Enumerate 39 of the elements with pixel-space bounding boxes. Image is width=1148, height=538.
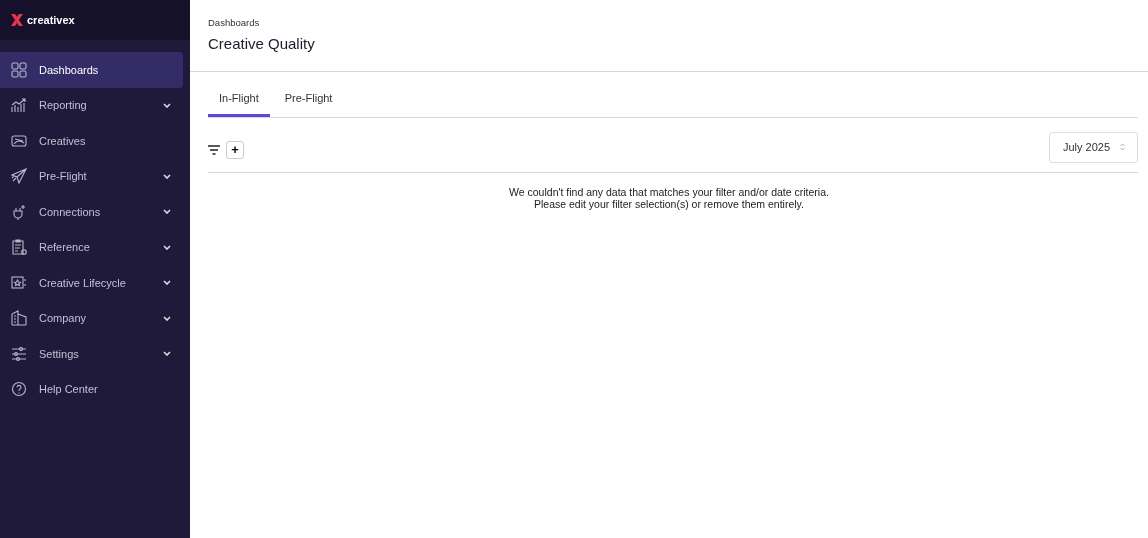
chevron-down-icon[interactable] xyxy=(163,209,171,215)
sidebar-item[interactable]: Creative Lifecycle xyxy=(0,265,183,301)
sidebar-item[interactable]: Company xyxy=(0,300,183,336)
sort-arrows-icon xyxy=(1120,143,1125,151)
building-icon xyxy=(11,310,27,327)
dashboard-icon xyxy=(11,61,27,78)
sidebar-item[interactable]: Dashboards xyxy=(0,52,183,88)
star-frame-icon xyxy=(11,274,27,291)
logo-text: creativex xyxy=(27,12,75,28)
chevron-down-icon[interactable] xyxy=(163,173,171,179)
logo-icon xyxy=(10,13,24,27)
sidebar-item[interactable]: Pre-Flight xyxy=(0,158,183,194)
tab[interactable]: In-Flight xyxy=(208,84,270,117)
chevron-down-icon[interactable] xyxy=(163,280,171,286)
tab[interactable]: Pre-Flight xyxy=(273,84,344,117)
sidebar-item[interactable]: Settings xyxy=(0,336,183,372)
page-title: Creative Quality xyxy=(208,34,316,55)
chart-icon xyxy=(11,97,27,114)
paper-plane-icon xyxy=(11,168,27,185)
image-icon xyxy=(11,132,27,149)
chevron-down-icon[interactable] xyxy=(163,102,171,108)
plug-icon xyxy=(11,203,27,220)
date-select[interactable]: July 2025 xyxy=(1048,131,1138,164)
chevron-down-icon[interactable] xyxy=(163,351,171,357)
help-icon xyxy=(11,381,27,398)
filter-icon[interactable] xyxy=(208,144,220,155)
breadcrumb: Dashboards xyxy=(208,16,261,30)
chevron-down-icon[interactable] xyxy=(163,315,171,321)
empty-message: We couldn't find any data that matches your filter and/or date criteria. xyxy=(508,185,830,198)
clipboard-icon xyxy=(11,239,27,256)
sidebar-item[interactable]: Reporting xyxy=(0,87,183,123)
chevron-down-icon[interactable] xyxy=(163,244,171,250)
sidebar-item[interactable]: Reference xyxy=(0,229,183,265)
sidebar-item[interactable]: Creatives xyxy=(0,123,183,159)
empty-message: Please edit your filter selection(s) or remove them entirely. xyxy=(533,197,805,210)
add-button[interactable]: + xyxy=(226,140,244,159)
sidebar-item[interactable]: Connections xyxy=(0,194,183,230)
sliders-icon xyxy=(11,345,27,362)
sidebar-item[interactable]: Help Center xyxy=(0,371,183,407)
